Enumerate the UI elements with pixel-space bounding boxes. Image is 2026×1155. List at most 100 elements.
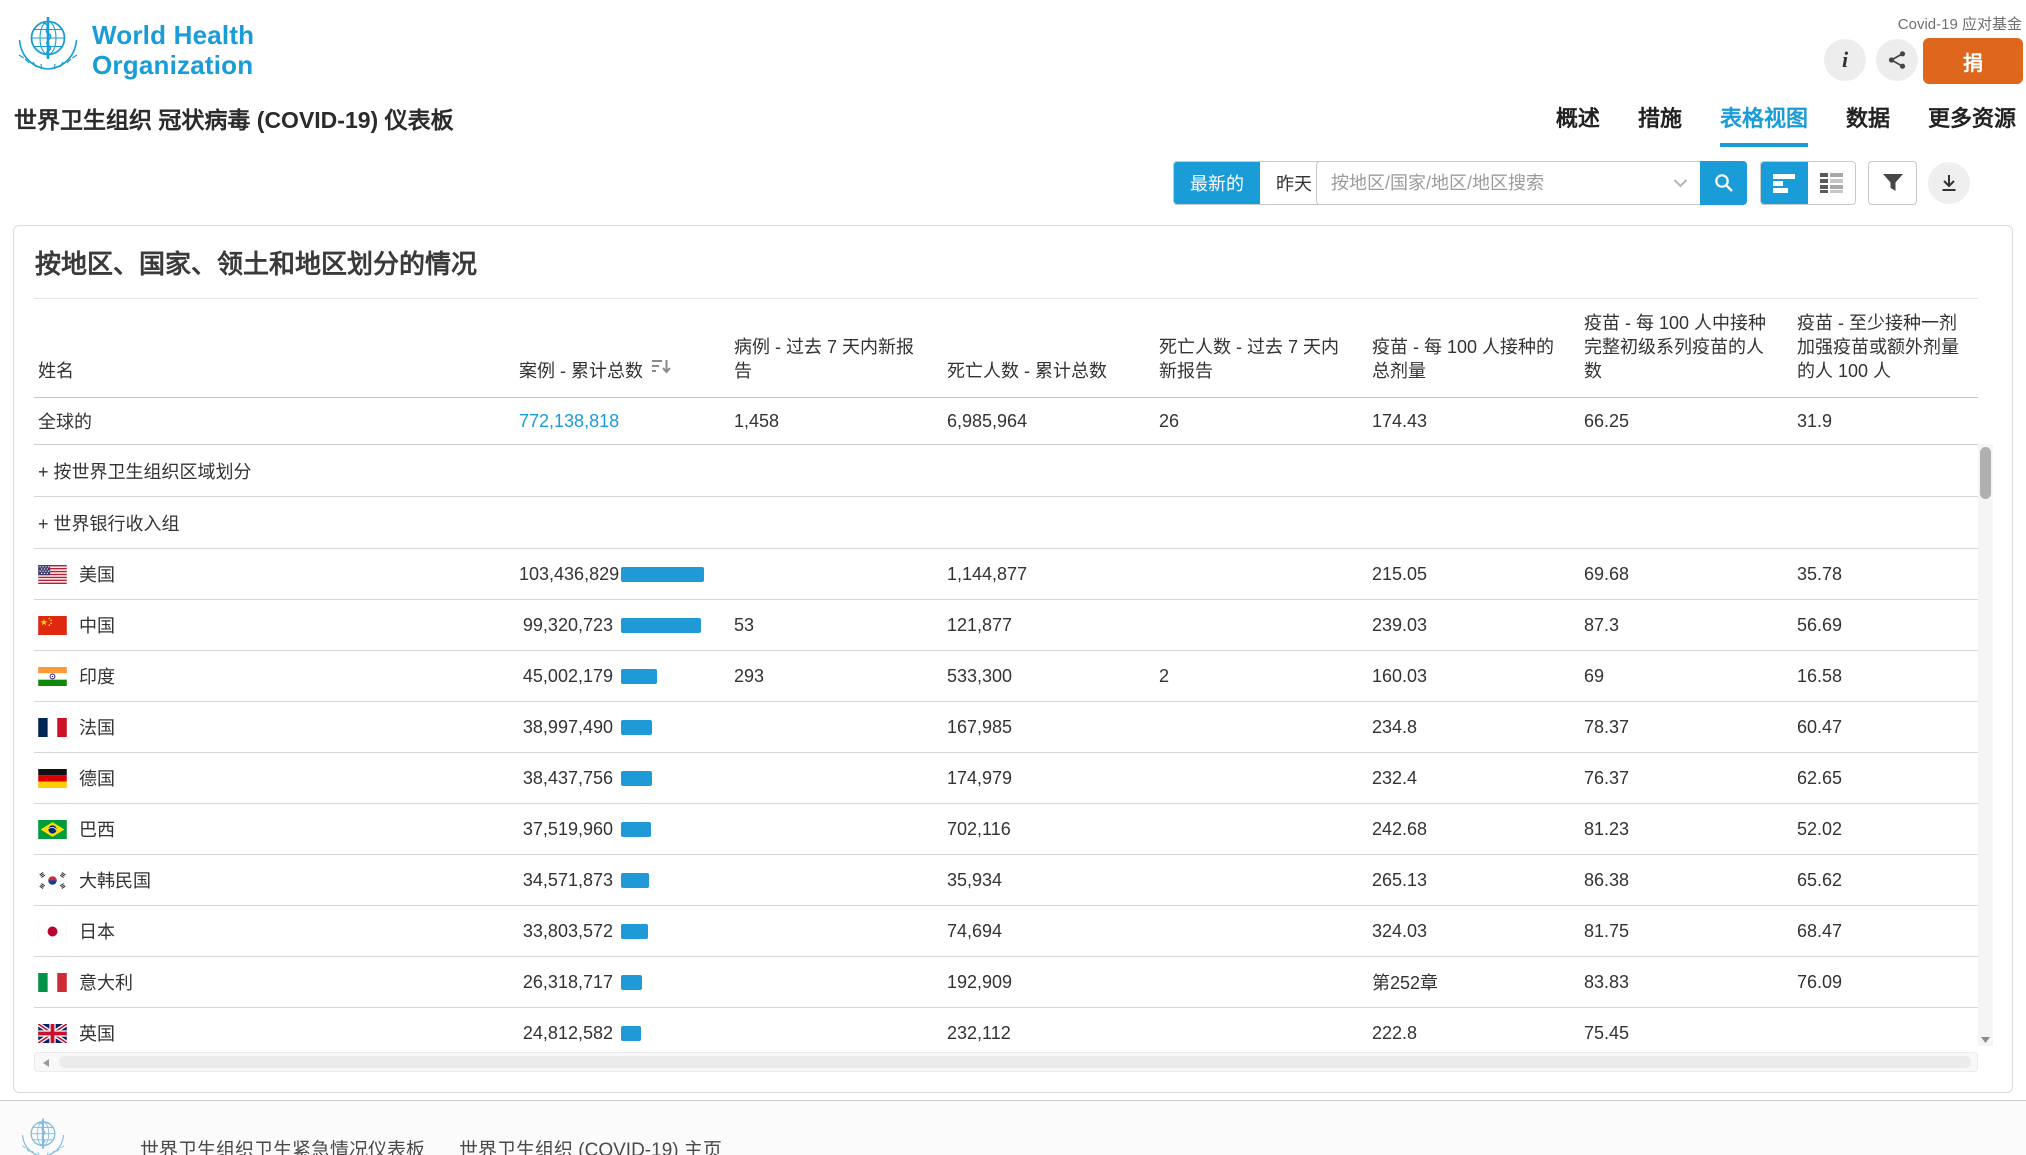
expand-group-row-2[interactable]: + 世界银行收入组 — [34, 496, 1978, 548]
cell-vax-booster: 16.58 — [1776, 666, 1978, 687]
search-input[interactable] — [1329, 172, 1673, 195]
latest-toggle-button[interactable]: 最新的 — [1174, 162, 1260, 204]
cases-value: 38,437,756 — [519, 768, 613, 789]
country-row[interactable]: 德国38,437,756174,979232.476.3762.65 — [34, 752, 1978, 803]
cases-value: 103,436,829 — [519, 564, 613, 585]
column-header-cases-total[interactable]: 案例 - 累计总数 — [498, 299, 713, 397]
nav-item-data[interactable]: 数据 — [1846, 101, 1890, 147]
country-row[interactable]: 大韩民国34,571,87335,934265.1386.3865.62 — [34, 854, 1978, 905]
filter-funnel-icon — [1881, 173, 1905, 193]
country-row[interactable]: 日本33,803,57274,694324.0381.7568.47 — [34, 905, 1978, 956]
footer-link-who-health-emergencies-dashboard[interactable]: 世界卫生组织卫生紧急情况仪表板 — [140, 1135, 425, 1155]
cell-vax-primary: 76.37 — [1563, 768, 1776, 789]
country-name: 法国 — [79, 714, 115, 740]
cases-value: 33,803,572 — [519, 921, 613, 942]
cell-deaths: 1,144,877 — [926, 564, 1138, 585]
column-header-vax-primary-series[interactable]: 疫苗 - 每 100 人中接种完整初级系列疫苗的人数 — [1563, 299, 1776, 397]
cell-name: 美国 — [34, 561, 498, 587]
column-header-new-deaths-7d[interactable]: 死亡人数 - 过去 7 天内新报告 — [1138, 299, 1351, 397]
grid-view-button[interactable] — [1808, 162, 1855, 204]
cell-vax-booster: 62.65 — [1776, 768, 1978, 789]
nav-item-measures[interactable]: 措施 — [1638, 101, 1682, 147]
footer-link-who-covid19-home[interactable]: 世界卫生组织 (COVID-19) 主页 — [459, 1135, 722, 1155]
cell-deaths: 192,909 — [926, 972, 1138, 993]
column-header-label: 死亡人数 - 过去 7 天内新报告 — [1159, 335, 1345, 383]
horizontal-scrollbar-thumb[interactable] — [59, 1056, 1971, 1068]
sort-descending-icon[interactable] — [651, 357, 672, 381]
cases-bar — [621, 873, 649, 888]
share-icon — [1886, 49, 1908, 71]
flag-icon-it — [38, 973, 67, 992]
column-header-vax-total-doses[interactable]: 疫苗 - 每 100 人接种的总剂量 — [1351, 299, 1563, 397]
cell-vax-total: 242.68 — [1351, 819, 1563, 840]
main-nav: 概述措施表格视图数据更多资源 — [1556, 101, 2016, 147]
country-row[interactable]: 意大利26,318,717192,909第252章83.8376.09 — [34, 956, 1978, 1007]
expand-group-row-1[interactable]: + 按世界卫生组织区域划分 — [34, 445, 1978, 496]
donate-button[interactable]: 捐 — [1923, 38, 2023, 84]
cases-bar — [621, 567, 704, 582]
cell-new-deaths: 2 — [1138, 666, 1351, 687]
cell-vax-booster: 56.69 — [1776, 615, 1978, 636]
cell-deaths: 174,979 — [926, 768, 1138, 789]
country-row[interactable]: 法国38,997,490167,985234.878.3760.47 — [34, 701, 1978, 752]
column-header-deaths-total[interactable]: 死亡人数 - 累计总数 — [926, 299, 1138, 397]
cell-deaths: 702,116 — [926, 819, 1138, 840]
share-button[interactable] — [1876, 39, 1918, 81]
chevron-down-icon[interactable] — [1673, 179, 1688, 188]
country-row[interactable]: 印度45,002,179293533,3002160.036916.58 — [34, 650, 1978, 701]
cell-vax-booster: 68.47 — [1776, 921, 1978, 942]
cell-vax-primary: 81.23 — [1563, 819, 1776, 840]
global-cases-link[interactable]: 772,138,818 — [519, 411, 613, 432]
column-header-name[interactable]: 姓名 — [34, 299, 498, 397]
cell-new-deaths: 26 — [1138, 411, 1351, 432]
nav-item-overview[interactable]: 概述 — [1556, 101, 1600, 147]
cell-new-cases: 1,458 — [713, 411, 926, 432]
scroll-left-arrow-icon[interactable] — [42, 1058, 50, 1068]
filter-button[interactable] — [1868, 161, 1917, 205]
who-footer-emblem-icon — [20, 1115, 66, 1155]
scroll-down-arrow-icon[interactable] — [1980, 1036, 1991, 1044]
column-header-new-cases-7d[interactable]: 病例 - 过去 7 天内新报告 — [713, 299, 926, 397]
cell-vax-booster: 52.02 — [1776, 819, 1978, 840]
info-button[interactable]: i — [1824, 39, 1866, 81]
country-row[interactable]: 巴西37,519,960702,116242.6881.2352.02 — [34, 803, 1978, 854]
cell-vax-primary: 75.45 — [1563, 1023, 1776, 1044]
cell-vax-booster: 35.78 — [1776, 564, 1978, 585]
cell-new-cases: 293 — [713, 666, 926, 687]
cell-vax-primary: 66.25 — [1563, 411, 1776, 432]
vertical-scrollbar[interactable] — [1978, 444, 1993, 1046]
column-header-label: 死亡人数 - 累计总数 — [947, 359, 1107, 383]
nav-item-more-resources[interactable]: 更多资源 — [1928, 101, 2016, 147]
column-header-label: 疫苗 - 至少接种一剂加强疫苗或额外剂量的人 100 人 — [1797, 311, 1972, 383]
cell-name: 意大利 — [34, 969, 498, 995]
country-row[interactable]: 美国103,436,8291,144,877215.0569.6835.78 — [34, 548, 1978, 599]
cell-deaths: 232,112 — [926, 1023, 1138, 1044]
cases-bar — [621, 1026, 641, 1041]
vertical-scrollbar-thumb[interactable] — [1980, 447, 1991, 499]
group-label: + 世界银行收入组 — [38, 510, 180, 536]
column-header-label: 案例 - 累计总数 — [519, 359, 643, 383]
search-button[interactable] — [1700, 161, 1747, 205]
who-covid-dashboard-page: World Health Organization 世界卫生组织 冠状病毒 (C… — [0, 0, 2026, 1155]
cell-name: 大韩民国 — [34, 867, 498, 893]
column-header-label: 疫苗 - 每 100 人中接种完整初级系列疫苗的人数 — [1584, 311, 1770, 383]
cell-vax-total: 265.13 — [1351, 870, 1563, 891]
download-button[interactable] — [1928, 162, 1970, 204]
cell-vax-total: 第252章 — [1351, 969, 1563, 995]
cases-value: 24,812,582 — [519, 1023, 613, 1044]
horizontal-scrollbar[interactable] — [34, 1052, 1978, 1072]
cell-name: 英国 — [34, 1020, 498, 1046]
cell-cases: 772,138,818 — [498, 411, 713, 432]
column-header-vax-booster[interactable]: 疫苗 - 至少接种一剂加强疫苗或额外剂量的人 100 人 — [1776, 299, 1978, 397]
nav-item-table-view[interactable]: 表格视图 — [1720, 101, 1808, 147]
flag-icon-br — [38, 820, 67, 839]
global-row[interactable]: 全球的 772,138,818 1,458 6,985,964 26 174.4… — [34, 398, 1978, 444]
country-name: 印度 — [79, 663, 115, 689]
country-name: 美国 — [79, 561, 115, 587]
cell-vax-booster: 76.09 — [1776, 972, 1978, 993]
footer-links: 世界卫生组织卫生紧急情况仪表板 世界卫生组织 (COVID-19) 主页 — [140, 1135, 722, 1155]
country-row[interactable]: 英国24,812,582232,112222.875.45 — [34, 1007, 1978, 1058]
country-row[interactable]: 中国99,320,72353121,877239.0387.356.69 — [34, 599, 1978, 650]
bar-view-button[interactable] — [1761, 162, 1808, 204]
cell-cases: 45,002,179 — [498, 666, 713, 687]
